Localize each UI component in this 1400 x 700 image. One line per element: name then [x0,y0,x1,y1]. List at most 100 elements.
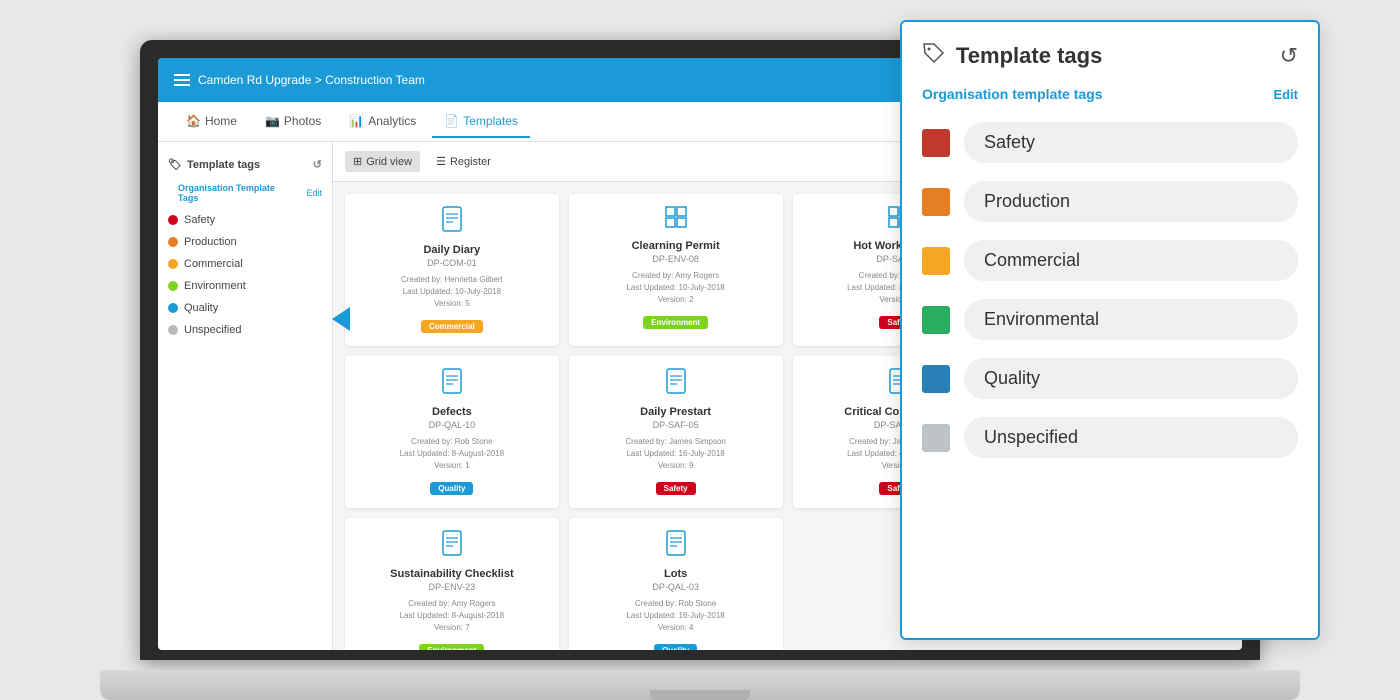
laptop-container: Camden Rd Upgrade > Construction Team Da… [0,0,1400,700]
tag-color-unspecified [922,424,950,452]
list-icon: ☰ [436,155,446,168]
tag-color-quality [922,365,950,393]
sidebar-tag-quality[interactable]: Quality [158,297,332,319]
tags-panel-section: Organisation template tags Edit [922,86,1298,102]
tag-label-production: Production [964,181,1298,222]
template-code-9: DP-ENV-23 [357,582,547,592]
tags-org-label: Organisation template tags [922,86,1102,102]
template-icon-10 [581,530,771,562]
sidebar-tag-production[interactable]: Production [158,231,332,253]
tag-panel-row-safety[interactable]: Safety [922,122,1298,163]
sidebar-tag-environment[interactable]: Environment [158,275,332,297]
template-card-10[interactable]: Lots DP-QAL-03 Created by: Rob StoneLast… [569,518,783,650]
template-icon-5 [357,368,547,400]
template-name-6: Daily Prestart [581,406,771,418]
tag-dot-commercial [168,259,178,269]
tag-label-unspecified: Unspecified [964,417,1298,458]
tags-panel-reset-icon[interactable]: ↺ [1280,43,1298,69]
sidebar-arrow-indicator [332,307,350,331]
grid-icon: ⊞ [353,155,362,168]
tag-label-safety: Safety [964,122,1298,163]
grid-view-label: Grid view [366,156,412,168]
tag-panel-row-commercial[interactable]: Commercial [922,240,1298,281]
template-meta-6: Created by: James SimpsonLast Updated: 1… [581,436,771,472]
top-nav-left: Camden Rd Upgrade > Construction Team [174,73,425,87]
nav-templates[interactable]: 📄 Templates [432,106,530,138]
sidebar-reset-icon[interactable]: ↺ [313,158,322,171]
template-card-2[interactable]: Clearning Permit DP-ENV-08 Created by: A… [569,194,783,346]
template-badge-6: Safety [656,482,696,495]
tag-panel-row-unspecified[interactable]: Unspecified [922,417,1298,458]
sidebar-section-row: Organisation Template Tags Edit [158,177,332,209]
template-icon-9 [357,530,547,562]
tag-label-environmental: Environmental [964,299,1298,340]
sidebar: 🏷 Template tags ↺ Organisation Template … [158,142,333,650]
sidebar-tag-label-unspecified: Unspecified [184,324,241,336]
template-icon-1 [357,206,547,238]
home-icon: 🏠 [186,114,201,128]
tag-dot-safety [168,215,178,225]
template-icon-2 [581,206,771,234]
photos-icon: 📷 [265,114,280,128]
breadcrumb: Camden Rd Upgrade > Construction Team [198,73,425,87]
template-meta-1: Created by: Henrietta GilbertLast Update… [357,274,547,310]
template-badge-10: Quality [654,644,697,650]
register-btn[interactable]: ☰ Register [428,151,499,172]
tag-color-production [922,188,950,216]
template-badge-2: Environment [643,316,708,329]
sidebar-tag-safety[interactable]: Safety [158,209,332,231]
template-icon-6 [581,368,771,400]
grid-view-toggle[interactable]: ⊞ Grid view [345,151,420,172]
tag-panel-row-production[interactable]: Production [922,181,1298,222]
template-card-1[interactable]: Daily Diary DP-COM-01 Created by: Henrie… [345,194,559,346]
nav-photos[interactable]: 📷 Photos [253,106,333,138]
tag-color-commercial [922,247,950,275]
sidebar-edit-btn[interactable]: Edit [306,188,322,198]
tags-panel-title: Template tags [956,43,1102,69]
tag-panel-row-quality[interactable]: Quality [922,358,1298,399]
tags-panel: Template tags ↺ Organisation template ta… [900,20,1320,640]
laptop-stand [100,670,1300,700]
tags-panel-header: Template tags ↺ [922,42,1298,70]
template-name-5: Defects [357,406,547,418]
sidebar-tag-unspecified[interactable]: Unspecified [158,319,332,341]
nav-analytics[interactable]: 📊 Analytics [337,106,428,138]
tags-panel-title-group: Template tags [922,42,1102,70]
template-badge-1: Commercial [421,320,483,333]
laptop-notch [650,690,750,700]
hamburger-icon[interactable] [174,74,190,86]
tag-dot-environment [168,281,178,291]
template-code-1: DP-COM-01 [357,258,547,268]
nav-analytics-label: Analytics [368,114,416,128]
tag-label-quality: Quality [964,358,1298,399]
sidebar-tag-label-production: Production [184,236,237,248]
template-badge-5: Quality [430,482,473,495]
register-label: Register [450,156,491,168]
sidebar-title: Template tags [187,159,260,171]
nav-templates-label: Templates [463,114,518,128]
tag-dot-unspecified [168,325,178,335]
tags-panel-list: Safety Production Commercial Environment… [922,122,1298,458]
template-name-2: Clearning Permit [581,240,771,252]
nav-home[interactable]: 🏠 Home [174,106,249,138]
sidebar-tags-list: Safety Production Commercial Environment… [158,209,332,341]
tag-label-commercial: Commercial [964,240,1298,281]
template-meta-5: Created by: Rob StoneLast Updated: 8-Aug… [357,436,547,472]
sidebar-tag-icon: 🏷 [168,158,182,171]
sidebar-tag-label-environment: Environment [184,280,246,292]
sidebar-tag-commercial[interactable]: Commercial [158,253,332,275]
template-card-6[interactable]: Daily Prestart DP-SAF-05 Created by: Jam… [569,356,783,508]
tag-panel-row-environmental[interactable]: Environmental [922,299,1298,340]
template-meta-2: Created by: Amy RogersLast Updated: 10-J… [581,270,771,306]
templates-icon: 📄 [444,114,459,128]
tags-panel-edit-btn[interactable]: Edit [1273,87,1298,102]
sidebar-tag-label-safety: Safety [184,214,215,226]
analytics-icon: 📊 [349,114,364,128]
template-code-10: DP-QAL-03 [581,582,771,592]
template-card-5[interactable]: Defects DP-QAL-10 Created by: Rob StoneL… [345,356,559,508]
nav-home-label: Home [205,114,237,128]
template-code-2: DP-ENV-08 [581,254,771,264]
template-meta-10: Created by: Rob StoneLast Updated: 16-Ju… [581,598,771,634]
template-card-9[interactable]: Sustainability Checklist DP-ENV-23 Creat… [345,518,559,650]
template-meta-9: Created by: Amy RogersLast Updated: 8-Au… [357,598,547,634]
